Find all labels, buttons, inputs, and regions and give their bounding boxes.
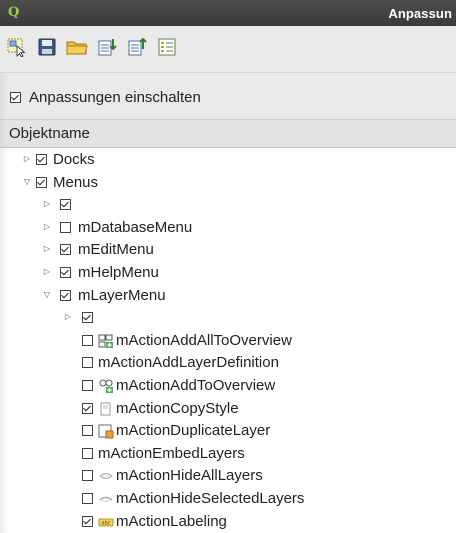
enable-customization-checkbox[interactable] [10, 92, 21, 103]
toolbar [0, 26, 456, 73]
expand-right-icon[interactable]: ▷ [42, 222, 52, 232]
expand-down-icon[interactable]: ▽ [42, 290, 52, 300]
labeling-icon: abc [98, 514, 114, 530]
tree-row[interactable]: mActionCopyStyle [0, 398, 456, 420]
tree-item-label: mDatabaseMenu [78, 218, 193, 236]
tree-checkbox[interactable] [60, 199, 71, 211]
expand-right-icon[interactable]: ▷ [42, 244, 52, 254]
overview-add-icon [98, 378, 114, 394]
column-header[interactable]: Objektname [0, 119, 456, 148]
title-bar: Q Anpassun [0, 0, 456, 26]
tree-row[interactable]: mActionAddLayerDefinition [0, 352, 456, 374]
tree-item-label: mEditMenu [78, 241, 154, 259]
qgis-logo-icon: Q [8, 5, 20, 20]
enable-customization-label: Anpassungen einschalten [29, 89, 201, 106]
tree-checkbox[interactable] [60, 289, 71, 301]
tree-item-label: mActionAddLayerDefinition [98, 354, 279, 372]
tree-row[interactable]: mActionDuplicateLayer [0, 420, 456, 442]
tree-row[interactable]: ▷ mHelpMenu [0, 262, 456, 284]
tree-item-label: mHelpMenu [78, 264, 159, 281]
open-folder-icon[interactable] [66, 36, 88, 58]
object-tree: ▷ Docks ▽ Menus ▷ ▷ mDatabaseMenu ▷ mEditMenu ▷ mH… [0, 147, 456, 533]
tree-checkbox[interactable] [60, 221, 71, 233]
tree-item-label: mActionLabeling [116, 512, 227, 530]
expand-right-icon[interactable]: ▷ [42, 267, 52, 277]
hide-selected-icon [98, 491, 114, 507]
tree-row[interactable]: mActionHideSelectedLayers [0, 488, 456, 510]
tree-item-label: Menus [53, 173, 99, 191]
svg-text:abc: abc [102, 520, 111, 526]
tree-checkbox[interactable] [60, 244, 71, 256]
tree-row[interactable]: mActionHideAllLayers [0, 465, 456, 487]
tree-checkbox[interactable] [82, 515, 93, 527]
tree-row[interactable]: ▽ Menus [0, 172, 456, 194]
tree-checkbox[interactable] [82, 425, 93, 437]
tree-item-label: mLayerMenu [78, 286, 166, 304]
window-title: Anpassun [388, 6, 452, 21]
tree-row[interactable]: ▷ mDatabaseMenu [0, 217, 456, 239]
overview-add-all-icon [98, 333, 114, 349]
tree-item-label: mActionAddToOverview [116, 377, 276, 394]
tree-item-label: mActionDuplicateLayer [116, 422, 271, 440]
tree-row[interactable]: mActionAddAllToOverview [0, 330, 456, 352]
tree-checkbox[interactable] [82, 334, 93, 346]
tree-row[interactable]: mActionEmbedLayers [0, 443, 456, 465]
tree-checkbox[interactable] [36, 176, 47, 188]
expand-right-icon[interactable]: ▷ [22, 154, 32, 164]
enable-customization-row[interactable]: Anpassungen einschalten [0, 73, 456, 119]
tree-checkbox[interactable] [82, 380, 93, 391]
tree-checkbox[interactable] [82, 402, 93, 414]
expand-right-icon[interactable]: ▷ [42, 199, 52, 209]
import-icon[interactable] [96, 36, 118, 58]
tree-item-label: mActionEmbedLayers [98, 444, 245, 462]
tree-row[interactable]: ▷ Docks [0, 149, 456, 171]
tree-checkbox[interactable] [82, 312, 93, 324]
export-icon[interactable] [126, 36, 148, 58]
tree-item-label: mActionHideAllLayers [116, 467, 263, 485]
tree-item-label: mActionHideSelectedLayers [116, 490, 305, 507]
tree-checkbox[interactable] [82, 493, 93, 504]
tree-row[interactable]: ▷ [0, 307, 456, 329]
tree-checkbox[interactable] [82, 470, 93, 482]
copy-style-icon [98, 401, 114, 417]
tree-item-label: mActionCopyStyle [116, 399, 239, 417]
tree-row[interactable]: ▷ mEditMenu [0, 239, 456, 261]
expand-right-icon[interactable]: ▷ [63, 312, 73, 322]
expand-down-icon[interactable]: ▽ [22, 177, 32, 187]
duplicate-layer-icon [98, 423, 114, 439]
list-icon[interactable] [156, 36, 178, 58]
tree-item-label: Docks [53, 151, 95, 168]
tree-checkbox[interactable] [36, 154, 47, 165]
tree-row[interactable]: ▷ [0, 194, 456, 216]
tree-row[interactable]: abc mActionLabeling [0, 511, 456, 533]
column-header-label: Objektname [9, 125, 90, 142]
tree-checkbox[interactable] [82, 357, 93, 369]
select-icon[interactable] [6, 36, 28, 58]
tree-row[interactable]: mActionAddToOverview [0, 375, 456, 397]
tree-item-label: mActionAddAllToOverview [116, 331, 292, 349]
tree-row[interactable]: ▽ mLayerMenu [0, 285, 456, 307]
tree-checkbox[interactable] [82, 447, 93, 459]
hide-layers-icon [98, 468, 114, 484]
tree-checkbox[interactable] [60, 267, 71, 278]
save-icon[interactable] [36, 36, 58, 58]
